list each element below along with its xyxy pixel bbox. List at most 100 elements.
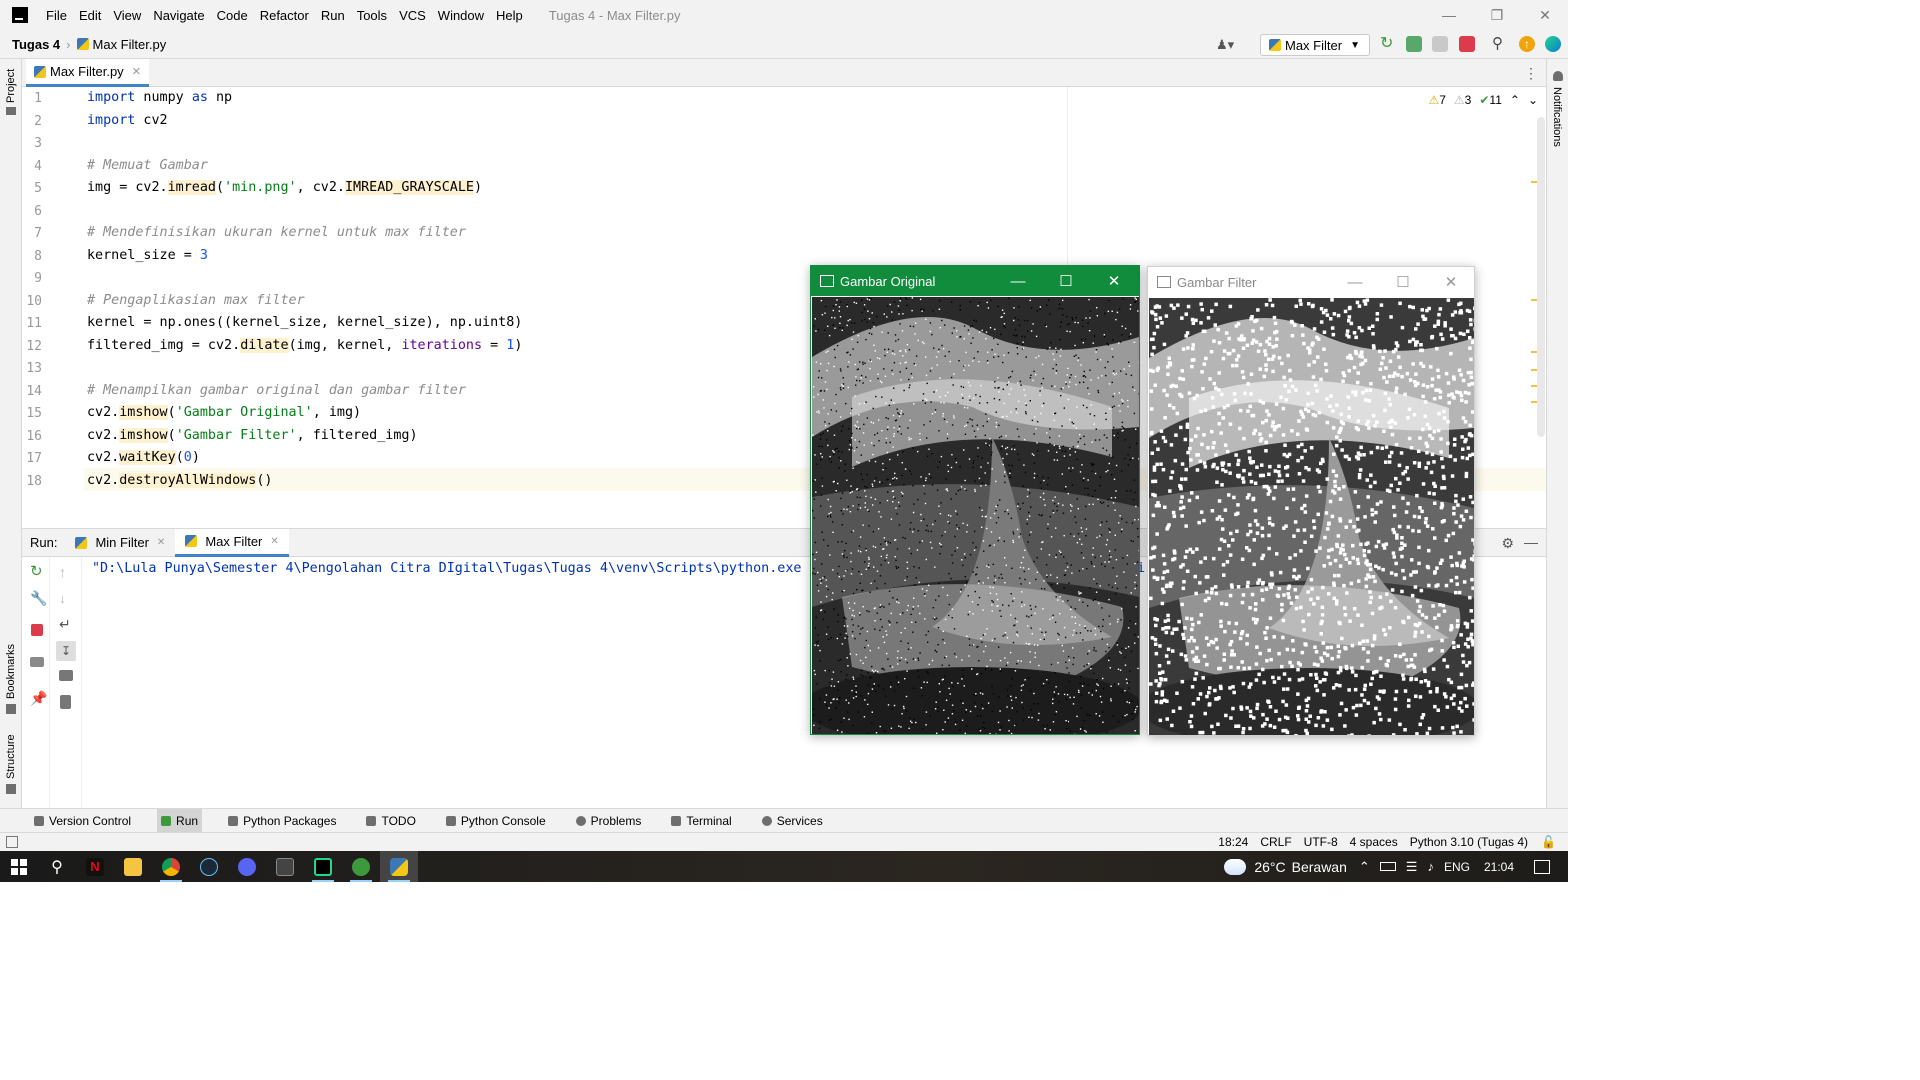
tab-max-filter[interactable]: Max Filter.py ✕ <box>26 59 149 87</box>
layout-icon[interactable] <box>30 657 44 667</box>
tool-todo[interactable]: TODO <box>362 809 419 833</box>
notification-center-icon[interactable] <box>1534 859 1550 874</box>
rerun-icon[interactable]: ↻ <box>1380 36 1396 52</box>
tool-terminal[interactable]: Terminal <box>667 809 735 833</box>
tool-run[interactable]: Run <box>157 808 203 833</box>
taskbar-calculator[interactable] <box>266 851 304 882</box>
weather-temperature[interactable]: 26°C <box>1254 859 1285 875</box>
breadcrumb-project[interactable]: Tugas 4 <box>12 37 60 52</box>
python-interpreter[interactable]: Python 3.10 (Tugas 4) <box>1410 835 1528 849</box>
window-gambar-filter[interactable]: Gambar Filter — ☐ ✕ <box>1147 266 1475 736</box>
line-separator[interactable]: CRLF <box>1260 835 1291 849</box>
taskbar-pycharm[interactable] <box>304 851 342 882</box>
taskbar-python[interactable] <box>380 851 418 882</box>
window-gambar-original[interactable]: Gambar Original — ☐ ✕ <box>810 265 1140 735</box>
taskbar-steam[interactable] <box>190 851 228 882</box>
menu-navigate[interactable]: Navigate <box>147 8 210 23</box>
soft-wrap-icon[interactable]: ↵ <box>59 617 73 631</box>
caret-position[interactable]: 18:24 <box>1218 835 1248 849</box>
close-tab-icon[interactable]: ✕ <box>157 537 165 548</box>
code-line[interactable]: # Memuat Gambar <box>87 155 208 177</box>
menu-view[interactable]: View <box>107 8 147 23</box>
menu-refactor[interactable]: Refactor <box>254 8 315 23</box>
stop-icon[interactable] <box>31 624 43 636</box>
code-line[interactable]: cv2.destroyAllWindows() <box>87 470 272 492</box>
tool-services[interactable]: Services <box>758 809 827 833</box>
weather-description[interactable]: Berawan <box>1292 859 1347 875</box>
cv-titlebar[interactable]: Gambar Filter — ☐ ✕ <box>1148 267 1474 297</box>
search-button[interactable]: ⚲ <box>38 851 76 882</box>
maximize-icon[interactable]: ☐ <box>1380 267 1426 297</box>
lock-icon[interactable]: 🔓 <box>1541 835 1556 849</box>
jetbrains-ai-icon[interactable] <box>1545 36 1561 52</box>
toggle-tool-windows-icon[interactable] <box>6 836 18 848</box>
code-line[interactable]: kernel = np.ones((kernel_size, kernel_si… <box>87 312 522 334</box>
run-tab-max-filter[interactable]: Max Filter ✕ <box>175 528 289 557</box>
project-tool-button[interactable]: Project <box>5 69 17 103</box>
menu-code[interactable]: Code <box>211 8 254 23</box>
tool-python-packages[interactable]: Python Packages <box>224 809 340 833</box>
input-language[interactable]: ENG <box>1444 860 1470 874</box>
pin-icon[interactable]: 📌 <box>30 691 47 705</box>
code-line[interactable]: cv2.imshow('Gambar Filter', filtered_img… <box>87 425 418 447</box>
close-icon[interactable]: ✕ <box>1522 0 1568 30</box>
run-tab-min-filter[interactable]: Min Filter ✕ <box>65 529 175 557</box>
print-icon[interactable] <box>59 670 73 681</box>
code-line[interactable]: # Pengaplikasian max filter <box>87 290 305 312</box>
hide-icon[interactable]: — <box>1524 534 1538 550</box>
code-line[interactable]: # Mendefinisikan ukuran kernel untuk max… <box>87 222 466 244</box>
weak-warning-count[interactable]: ⚠3 <box>1454 93 1471 107</box>
gear-icon[interactable]: ⚙ <box>1501 535 1514 552</box>
code-line[interactable]: cv2.waitKey(0) <box>87 447 200 469</box>
minimize-icon[interactable]: — <box>995 266 1041 296</box>
tool-problems[interactable]: Problems <box>572 809 646 833</box>
taskbar-file-explorer[interactable] <box>114 851 152 882</box>
chevron-down-icon[interactable]: ⌄ <box>1528 93 1538 107</box>
menu-tools[interactable]: Tools <box>351 8 393 23</box>
run-config-dropdown[interactable]: Max Filter ▼ <box>1260 34 1370 56</box>
close-icon[interactable]: ✕ <box>1428 267 1474 297</box>
tool-python-console[interactable]: Python Console <box>442 809 550 833</box>
tool-version-control[interactable]: Version Control <box>30 809 135 833</box>
more-options-icon[interactable]: ⋮ <box>1524 65 1538 82</box>
breadcrumb-file[interactable]: Max Filter.py <box>93 37 167 52</box>
menu-vcs[interactable]: VCS <box>393 8 432 23</box>
taskbar-discord[interactable] <box>228 851 266 882</box>
typo-count[interactable]: ✔11 <box>1479 93 1502 107</box>
stop-icon[interactable] <box>1459 36 1475 52</box>
indent-setting[interactable]: 4 spaces <box>1350 835 1398 849</box>
taskbar-chrome[interactable] <box>152 851 190 882</box>
volume-icon[interactable]: ♪ <box>1427 859 1434 874</box>
wrench-icon[interactable]: 🔧 <box>30 591 47 605</box>
arrow-down-icon[interactable]: ↓ <box>59 591 73 605</box>
menu-help[interactable]: Help <box>490 8 529 23</box>
menu-edit[interactable]: Edit <box>73 8 107 23</box>
code-line[interactable]: # Menampilkan gambar original dan gambar… <box>87 380 466 402</box>
file-encoding[interactable]: UTF-8 <box>1304 835 1338 849</box>
search-icon[interactable]: ⚲ <box>1492 36 1508 52</box>
inspection-widget[interactable]: ⚠7 ⚠3 ✔11 ⌃ ⌄ <box>1428 93 1538 107</box>
close-icon[interactable]: ✕ <box>1091 266 1137 296</box>
menu-window[interactable]: Window <box>432 8 490 23</box>
minimize-icon[interactable]: — <box>1332 267 1378 297</box>
battery-icon[interactable] <box>1379 862 1396 871</box>
code-line[interactable]: kernel_size = 3 <box>87 245 208 267</box>
cv-titlebar[interactable]: Gambar Original — ☐ ✕ <box>811 266 1139 296</box>
bookmarks-tool-button[interactable]: Bookmarks <box>5 644 17 699</box>
arrow-up-icon[interactable]: ↑ <box>59 565 73 579</box>
code-line[interactable]: cv2.imshow('Gambar Original', img) <box>87 402 361 424</box>
warning-count[interactable]: ⚠7 <box>1428 93 1445 107</box>
close-tab-icon[interactable]: ✕ <box>270 536 278 547</box>
user-account-icon[interactable]: ♟▾ <box>1216 37 1242 53</box>
chevron-up-icon[interactable]: ⌃ <box>1510 93 1520 107</box>
debug-icon[interactable] <box>1406 36 1422 52</box>
console-output[interactable]: "D:\Lula Punya\Semester 4\Pengolahan Cit… <box>92 561 801 576</box>
close-tab-icon[interactable]: ✕ <box>132 65 141 78</box>
trash-icon[interactable] <box>60 695 71 709</box>
menu-run[interactable]: Run <box>315 8 351 23</box>
maximize-icon[interactable]: ☐ <box>1043 266 1089 296</box>
code-line[interactable]: import cv2 <box>87 110 168 132</box>
taskbar-netflix[interactable]: N <box>76 851 114 882</box>
update-icon[interactable]: ↑ <box>1519 36 1535 52</box>
code-line[interactable]: filtered_img = cv2.dilate(img, kernel, i… <box>87 335 522 357</box>
